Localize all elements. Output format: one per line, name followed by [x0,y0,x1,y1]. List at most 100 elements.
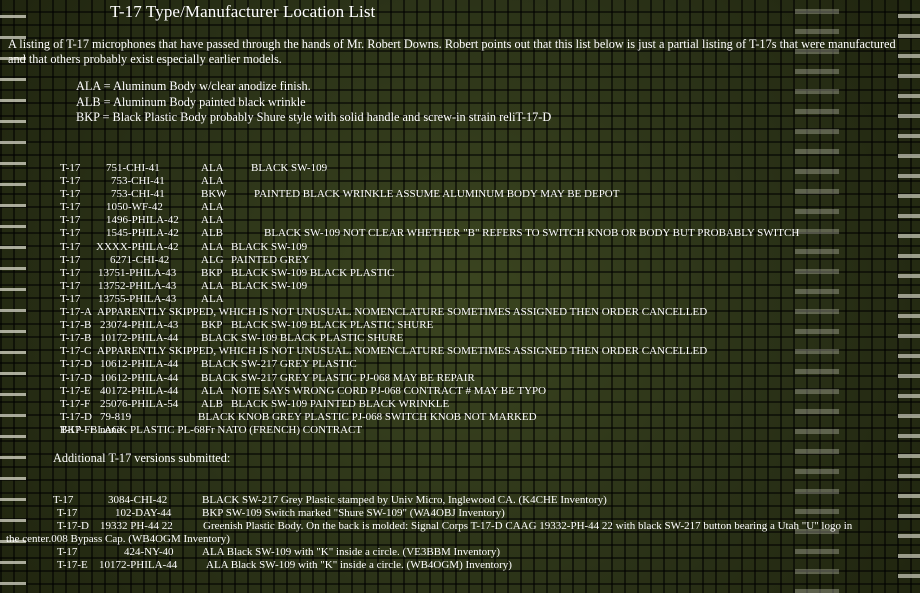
row-type: T-17-C [60,345,92,358]
row-note: BKP SW-109 Switch marked "Shure SW-109" … [202,507,505,519]
row-body: ALA [201,201,224,214]
abbreviation-definitions: ALA = Aluminum Body w/clear anodize fini… [76,79,551,126]
row-type: T-17 [60,175,81,188]
row-note: BLACK SW-217 Grey Plastic stamped by Uni… [202,494,607,506]
row-note: ALA Black SW-109 with "K" inside a circl… [202,546,500,558]
row-note: BLACK SW-217 GREY PLASTIC [201,358,357,371]
row-note: BLACK SW-109 BLACK PLASTIC [231,266,395,279]
row-serial: 13755-PHILA-43 [98,292,177,305]
definition-bkp: BKP = Black Plastic Body probably Shure … [76,110,552,124]
row-serial: 10612-PHILA-44 [100,371,179,384]
row-body: BKP [60,423,82,436]
row-serial: 424-NY-40 [124,546,174,558]
row-serial: 751-CHI-41 [106,162,160,174]
row-note: BLACK PLASTIC PL-68Fr NATO (FRENCH) CONT… [90,423,363,436]
row-note: ALA Black SW-109 with "K" inside a circl… [206,559,512,571]
row-type: T-17 [60,279,81,292]
row-serial: 10172-PHILA-44 [100,332,179,345]
definition-ala: ALA = Aluminum Body w/clear anodize fini… [76,79,311,93]
row-serial: 79-819 [100,410,132,423]
row-type: T-17 [60,292,81,305]
row-serial: 23074-PHILA-43 [100,319,179,332]
page-title: T-17 Type/Manufacturer Location List [110,2,376,21]
row-serial: 3084-CHI-42 [108,494,168,506]
row-serial: 1050-WF-42 [106,201,163,214]
row-type: T-17-D [60,371,92,384]
row-note-continuation: the center.008 Bypass Cap. (WB4OGM Inven… [6,533,230,545]
additional-versions-list: T-17 3084-CHI-42 BLACK SW-217 Grey Plastic… [0,494,920,572]
row-body: ALA [201,279,224,292]
row-note: BLACK SW-109 [231,279,308,292]
row-serial: 753-CHI-41 [111,188,165,201]
row-type: T-17 [60,162,81,174]
row-body: BKW [201,188,227,201]
row-serial: 10172-PHILA-44 [99,559,178,571]
row-type: T-17-D [60,410,92,423]
row-serial: 13752-PHILA-43 [98,279,177,292]
row-note: BLACK SW-109 [231,240,308,253]
row-serial: 13751-PHILA-43 [98,266,177,279]
row-serial: 6271-CHI-42 [110,253,170,266]
row-type: T-17-B [60,332,92,345]
row-body: ALB [201,227,223,240]
row-body: ALA [201,214,224,227]
row-note: BLACK SW-109 [251,162,328,174]
row-type: T-17-B [60,319,92,332]
definition-alb: ALB = Aluminum Body painted black wrinkl… [76,94,306,109]
row-note: PAINTED GREY [231,253,310,266]
row-type: T-17-A [60,306,92,319]
page-content: T-17 Type/Manufacturer Location List A l… [0,0,920,593]
row-type: T-17-E [60,384,91,397]
row-body: ALA [201,292,224,305]
row-serial: 40172-PHILA-44 [100,384,179,397]
row-serial: 25076-PHILA-54 [100,397,179,410]
additional-versions-heading: Additional T-17 versions submitted: [53,451,231,465]
row-type: T-17 [60,188,81,201]
row-note: BLACK SW-109 PAINTED BLACK WRINKLE [231,397,450,410]
row-note: BLACK SW-109 BLACK PLASTIC SHURE [201,332,404,345]
additional-row: T-17 3084-CHI-42 BLACK SW-217 Grey Plastic… [0,494,920,507]
row-type: T-17 [60,240,81,253]
row-type: T-17 [57,546,78,558]
row-type: T-17-E [57,559,88,571]
row-note: PAINTED BLACK WRINKLE ASSUME ALUMINUM BO… [254,188,620,201]
row-type: T-17-D [57,520,89,532]
row-note: APPARENTLY SKIPPED, WHICH IS NOT UNUSUAL… [97,306,708,319]
additional-row: T-17 424-NY-40 ALA Black SW-109 with "K" i… [0,546,920,559]
row-type: T-17-D [60,358,92,371]
row-note: BLACK KNOB GREY PLASTIC PJ-068 SWITCH KN… [198,410,537,423]
row-serial: 102-DAY-44 [115,507,172,519]
row-serial: 1496-PHILA-42 [106,214,179,227]
additional-row: T-17-D 19332 PH-44 22 Greenish Plastic Bod… [0,520,920,533]
row-type: T-17 [60,253,81,266]
row-body: BKP [201,319,223,332]
row-body: BKP [201,266,223,279]
row-note: NOTE SAYS WRONG CORD PJ-068 CONTRACT # M… [231,384,547,397]
row-type: T-17 [60,201,81,214]
row-body: ALA [201,384,224,397]
additional-row: T-17 102-DAY-44 BKP SW-109 Switch marked "… [0,507,920,520]
row-note: BLACK SW-109 NOT CLEAR WHETHER "B" REFER… [264,227,800,240]
row-body: ALG [201,253,224,266]
row-serial: 1545-PHILA-42 [106,227,179,240]
row-serial: 19332 PH-44 22 [100,520,173,532]
row-body: ALA [201,240,224,253]
row-type: T-17 [57,507,78,519]
row-type: T-17-F [60,397,91,410]
row-type: T-17 [60,227,81,240]
row-body: ALB [201,397,223,410]
row-serial: 10612-PHILA-44 [100,358,179,371]
row-type: T-17 [53,494,74,506]
row-note: BLACK SW-109 BLACK PLASTIC SHURE [231,319,434,332]
row-serial: XXXX-PHILA-42 [96,240,179,253]
intro-paragraph: A listing of T-17 microphones that have … [8,37,896,66]
row-type: T-17 [60,214,81,227]
row-body: ALA [201,175,224,188]
row-note: APPARENTLY SKIPPED, WHICH IS NOT UNUSUAL… [97,345,708,358]
additional-row: T-17-E 10172-PHILA-44 ALA Black SW-109 wit… [0,559,920,572]
additional-row: the center.008 Bypass Cap. (WB4OGM Inven… [0,533,920,546]
row-note: Greenish Plastic Body. On the back is mo… [203,520,853,532]
row-body: ALA [201,162,224,174]
row-note: BLACK SW-217 GREY PLASTIC PJ-068 MAY BE … [201,371,475,384]
row-serial: 753-CHI-41 [111,175,165,188]
